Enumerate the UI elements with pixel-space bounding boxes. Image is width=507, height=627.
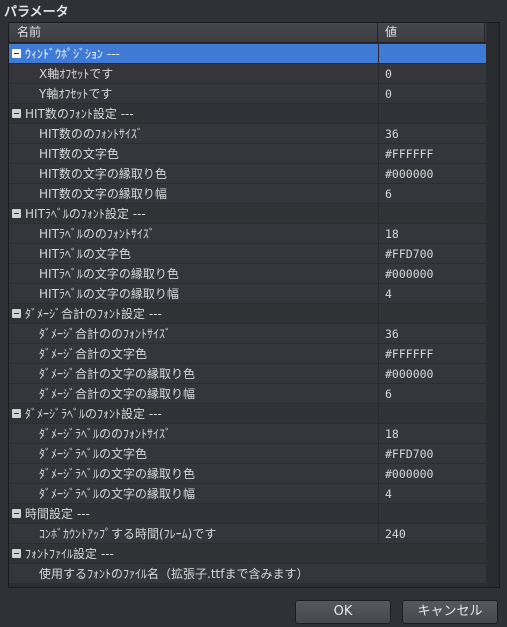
property-row[interactable]: Y軸ｵﾌｾｯﾄです 0 — [9, 84, 499, 104]
property-label: ﾀﾞﾒｰｼﾞ合計の文字の縁取り幅 — [39, 387, 196, 401]
property-label: ﾀﾞﾒｰｼﾞ合計の文字色 — [39, 347, 148, 361]
property-row[interactable]: ﾀﾞﾒｰｼﾞ合計の文字の縁取り色 #000000 — [9, 364, 499, 384]
property-value[interactable]: #000000 — [385, 464, 433, 484]
grid-header: 名前 値 — [9, 23, 499, 43]
property-row[interactable]: ﾀﾞﾒｰｼﾞﾗﾍﾞﾙの文字の縁取り幅 4 — [9, 484, 499, 504]
parameter-window: パラメータ 名前 値 ｳｨﾝﾄﾞｳﾎﾟｼﾞｼｮﾝ --- X軸ｵﾌｾｯﾄです 0 Y軸… — [0, 0, 507, 627]
collapse-icon[interactable] — [12, 309, 21, 318]
property-row[interactable]: ﾀﾞﾒｰｼﾞﾗﾍﾞﾙののﾌｫﾝﾄｻｲｽﾞ 18 — [9, 424, 499, 444]
collapse-icon[interactable] — [12, 509, 21, 518]
group-label: ｳｨﾝﾄﾞｳﾎﾟｼﾞｼｮﾝ --- — [25, 47, 120, 61]
property-value[interactable]: #000000 — [385, 164, 433, 184]
group-row[interactable]: ﾀﾞﾒｰｼﾞ合計のﾌｫﾝﾄ設定 --- — [9, 304, 499, 324]
property-rows: ｳｨﾝﾄﾞｳﾎﾟｼﾞｼｮﾝ --- X軸ｵﾌｾｯﾄです 0 Y軸ｵﾌｾｯﾄです 0 HIT… — [9, 44, 499, 584]
property-value[interactable]: #FFD700 — [385, 444, 433, 464]
property-row[interactable]: HITﾗﾍﾞﾙののﾌｫﾝﾄｻｲｽﾞ 18 — [9, 224, 499, 244]
property-value[interactable]: 0 — [385, 64, 392, 84]
property-label: HIT数ののﾌｫﾝﾄｻｲｽﾞ — [39, 127, 143, 141]
property-row[interactable]: X軸ｵﾌｾｯﾄです 0 — [9, 64, 499, 84]
property-value[interactable]: 36 — [385, 324, 399, 344]
property-row[interactable]: 使用するﾌｫﾝﾄのﾌｧｲﾙ名（拡張子.ttfまで含みます） — [9, 564, 499, 584]
property-value[interactable]: 240 — [385, 524, 406, 544]
property-row[interactable]: HIT数の文字の縁取り幅 6 — [9, 184, 499, 204]
window-title: パラメータ — [4, 5, 69, 20]
collapse-icon[interactable] — [12, 209, 21, 218]
property-row[interactable]: ﾀﾞﾒｰｼﾞﾗﾍﾞﾙの文字の縁取り色 #000000 — [9, 464, 499, 484]
group-row[interactable]: ｳｨﾝﾄﾞｳﾎﾟｼﾞｼｮﾝ --- — [9, 44, 499, 64]
property-label: HIT数の文字の縁取り色 — [39, 167, 167, 181]
group-label: ﾀﾞﾒｰｼﾞﾗﾍﾞﾙのﾌｫﾝﾄ設定 --- — [25, 407, 162, 421]
group-row[interactable]: HITﾗﾍﾞﾙのﾌｫﾝﾄ設定 --- — [9, 204, 499, 224]
group-label: HIT数のﾌｫﾝﾄ設定 --- — [25, 107, 134, 121]
property-label: HIT数の文字色 — [39, 147, 119, 161]
collapse-icon[interactable] — [12, 49, 21, 58]
property-value[interactable]: #FFD700 — [385, 244, 433, 264]
property-row[interactable]: ﾀﾞﾒｰｼﾞ合計ののﾌｫﾝﾄｻｲｽﾞ 36 — [9, 324, 499, 344]
ok-button[interactable]: OK — [295, 600, 391, 624]
property-row[interactable]: HIT数の文字色 #FFFFFF — [9, 144, 499, 164]
group-row[interactable]: HIT数のﾌｫﾝﾄ設定 --- — [9, 104, 499, 124]
column-header-name[interactable]: 名前 — [9, 23, 378, 42]
property-label: ﾀﾞﾒｰｼﾞ合計の文字の縁取り色 — [39, 367, 196, 381]
property-row[interactable]: HITﾗﾍﾞﾙの文字色 #FFD700 — [9, 244, 499, 264]
property-label: ﾀﾞﾒｰｼﾞﾗﾍﾞﾙの文字色 — [39, 447, 148, 461]
property-value[interactable]: 18 — [385, 424, 399, 444]
property-grid: 名前 値 ｳｨﾝﾄﾞｳﾎﾟｼﾞｼｮﾝ --- X軸ｵﾌｾｯﾄです 0 Y軸ｵﾌｾｯﾄで… — [9, 23, 499, 587]
property-label: ﾀﾞﾒｰｼﾞﾗﾍﾞﾙののﾌｫﾝﾄｻｲｽﾞ — [39, 427, 172, 441]
property-value[interactable]: 18 — [385, 224, 399, 244]
property-label: ﾀﾞﾒｰｼﾞﾗﾍﾞﾙの文字の縁取り色 — [39, 467, 196, 481]
vertical-scrollbar[interactable] — [486, 23, 499, 587]
collapse-icon[interactable] — [12, 409, 21, 418]
property-value[interactable]: 4 — [385, 284, 392, 304]
property-value[interactable]: 6 — [385, 184, 392, 204]
property-label: HITﾗﾍﾞﾙののﾌｫﾝﾄｻｲｽﾞ — [39, 227, 155, 241]
property-value[interactable]: #000000 — [385, 364, 433, 384]
group-label: ﾀﾞﾒｰｼﾞ合計のﾌｫﾝﾄ設定 --- — [25, 307, 162, 321]
property-value[interactable]: 36 — [385, 124, 399, 144]
cancel-button[interactable]: キャンセル — [402, 600, 498, 624]
group-row[interactable]: ﾀﾞﾒｰｼﾞﾗﾍﾞﾙのﾌｫﾝﾄ設定 --- — [9, 404, 499, 424]
property-label: HITﾗﾍﾞﾙの文字の縁取り色 — [39, 267, 179, 281]
property-row[interactable]: HIT数の文字の縁取り色 #000000 — [9, 164, 499, 184]
property-row[interactable]: ﾀﾞﾒｰｼﾞﾗﾍﾞﾙの文字色 #FFD700 — [9, 444, 499, 464]
property-label: X軸ｵﾌｾｯﾄです — [39, 67, 114, 81]
property-row[interactable]: HITﾗﾍﾞﾙの文字の縁取り色 #000000 — [9, 264, 499, 284]
property-label: HITﾗﾍﾞﾙの文字色 — [39, 247, 131, 261]
property-row[interactable]: ｺﾝﾎﾞｶｳﾝﾄｱｯﾌﾟする時間(ﾌﾚｰﾑ)です 240 — [9, 524, 499, 544]
column-header-value[interactable]: 値 — [379, 23, 485, 42]
group-label: HITﾗﾍﾞﾙのﾌｫﾝﾄ設定 --- — [25, 207, 146, 221]
group-row[interactable]: ﾌｫﾝﾄﾌｧｲﾙ設定 --- — [9, 544, 499, 564]
group-row[interactable]: 時間設定 --- — [9, 504, 499, 524]
group-label: 時間設定 --- — [25, 507, 90, 521]
property-value[interactable]: #FFFFFF — [385, 144, 433, 164]
property-value[interactable]: 0 — [385, 84, 392, 104]
property-label: ﾀﾞﾒｰｼﾞ合計ののﾌｫﾝﾄｻｲｽﾞ — [39, 327, 172, 341]
property-row[interactable]: HIT数ののﾌｫﾝﾄｻｲｽﾞ 36 — [9, 124, 499, 144]
property-value[interactable]: #FFFFFF — [385, 344, 433, 364]
collapse-icon[interactable] — [12, 549, 21, 558]
collapse-icon[interactable] — [12, 109, 21, 118]
property-label: HITﾗﾍﾞﾙの文字の縁取り幅 — [39, 287, 179, 301]
property-value[interactable]: 6 — [385, 384, 392, 404]
property-row[interactable]: HITﾗﾍﾞﾙの文字の縁取り幅 4 — [9, 284, 499, 304]
property-value[interactable]: #000000 — [385, 264, 433, 284]
property-label: HIT数の文字の縁取り幅 — [39, 187, 167, 201]
property-grid-frame: 名前 値 ｳｨﾝﾄﾞｳﾎﾟｼﾞｼｮﾝ --- X軸ｵﾌｾｯﾄです 0 Y軸ｵﾌｾｯﾄで… — [8, 22, 500, 588]
property-row[interactable]: ﾀﾞﾒｰｼﾞ合計の文字の縁取り幅 6 — [9, 384, 499, 404]
property-value[interactable]: 4 — [385, 484, 392, 504]
property-row[interactable]: ﾀﾞﾒｰｼﾞ合計の文字色 #FFFFFF — [9, 344, 499, 364]
property-label: 使用するﾌｫﾝﾄのﾌｧｲﾙ名（拡張子.ttfまで含みます） — [39, 567, 309, 581]
group-label: ﾌｫﾝﾄﾌｧｲﾙ設定 --- — [25, 547, 114, 561]
property-label: ｺﾝﾎﾞｶｳﾝﾄｱｯﾌﾟする時間(ﾌﾚｰﾑ)です — [39, 527, 217, 541]
property-label: Y軸ｵﾌｾｯﾄです — [39, 87, 113, 101]
column-separator[interactable] — [378, 44, 379, 544]
property-label: ﾀﾞﾒｰｼﾞﾗﾍﾞﾙの文字の縁取り幅 — [39, 487, 196, 501]
